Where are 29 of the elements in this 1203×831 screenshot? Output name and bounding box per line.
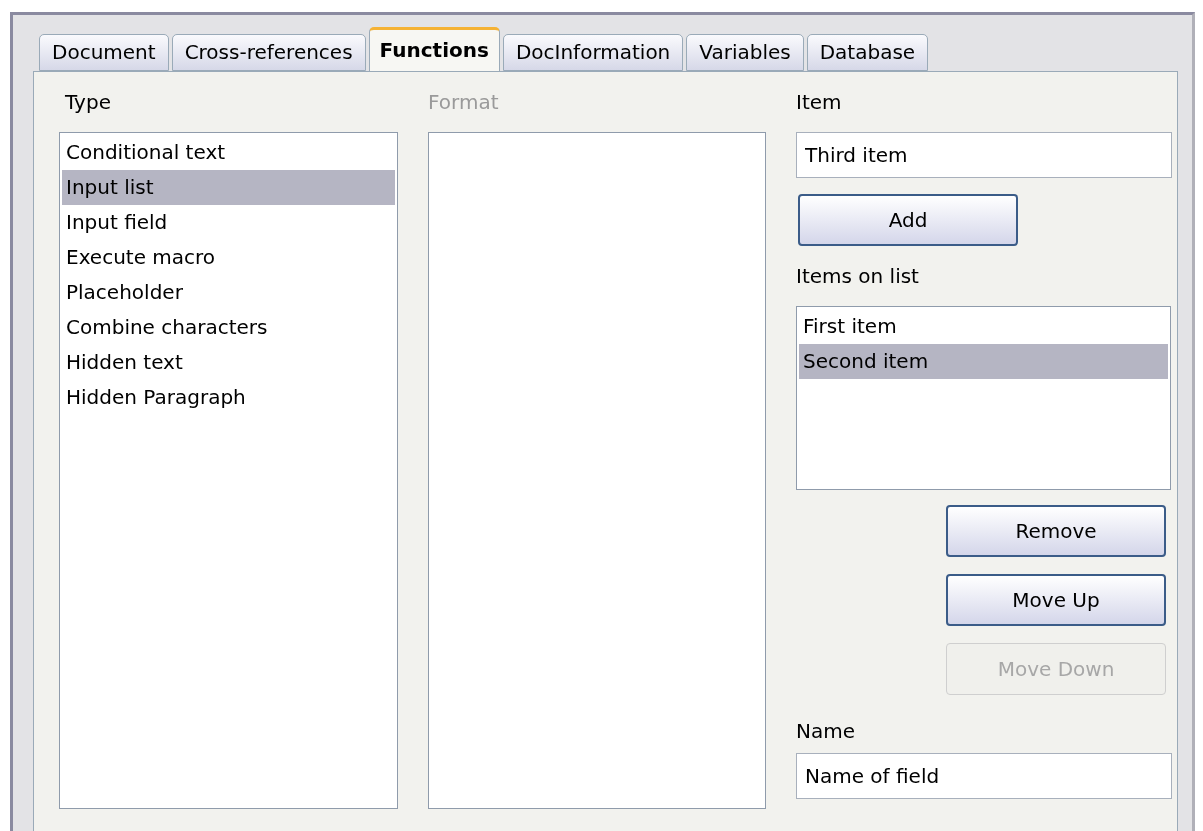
list-item[interactable]: Input list bbox=[62, 170, 395, 205]
name-field[interactable]: Name of field bbox=[796, 753, 1172, 799]
name-label: Name bbox=[796, 718, 855, 745]
items-on-list-label: Items on list bbox=[796, 263, 919, 290]
add-button[interactable]: Add bbox=[798, 194, 1018, 246]
item-label: Item bbox=[796, 89, 842, 116]
type-list[interactable]: Conditional text Input list Input field Execute macro Placeholder Combine characters Hidden text Hidden Paragraph bbox=[59, 132, 398, 809]
list-item[interactable]: Hidden text bbox=[62, 345, 395, 380]
tab[interactable]: Database bbox=[806, 34, 929, 71]
tab[interactable]: Cross-references bbox=[171, 34, 366, 71]
list-item[interactable]: Conditional text bbox=[62, 135, 395, 170]
list-item[interactable]: Second item bbox=[799, 344, 1168, 379]
list-action-button[interactable]: Move Up bbox=[946, 574, 1166, 626]
item-field[interactable]: Third item bbox=[796, 132, 1172, 178]
format-label: Format bbox=[428, 89, 499, 116]
tab[interactable]: DocInformation bbox=[502, 34, 684, 71]
list-item[interactable]: Hidden Paragraph bbox=[62, 380, 395, 415]
list-item[interactable]: Input field bbox=[62, 205, 395, 240]
tab[interactable]: Variables bbox=[686, 34, 804, 71]
format-list[interactable] bbox=[428, 132, 766, 809]
items-list[interactable]: First item Second item bbox=[796, 306, 1171, 490]
list-item[interactable]: First item bbox=[799, 309, 1168, 344]
list-item[interactable]: Execute macro bbox=[62, 240, 395, 275]
list-item[interactable]: Placeholder bbox=[62, 275, 395, 310]
list-action-button[interactable]: Remove bbox=[946, 505, 1166, 557]
list-item[interactable]: Combine characters bbox=[62, 310, 395, 345]
tab[interactable]: Functions bbox=[368, 27, 500, 72]
tab[interactable]: Document bbox=[39, 34, 169, 71]
type-label: Type bbox=[64, 89, 111, 116]
